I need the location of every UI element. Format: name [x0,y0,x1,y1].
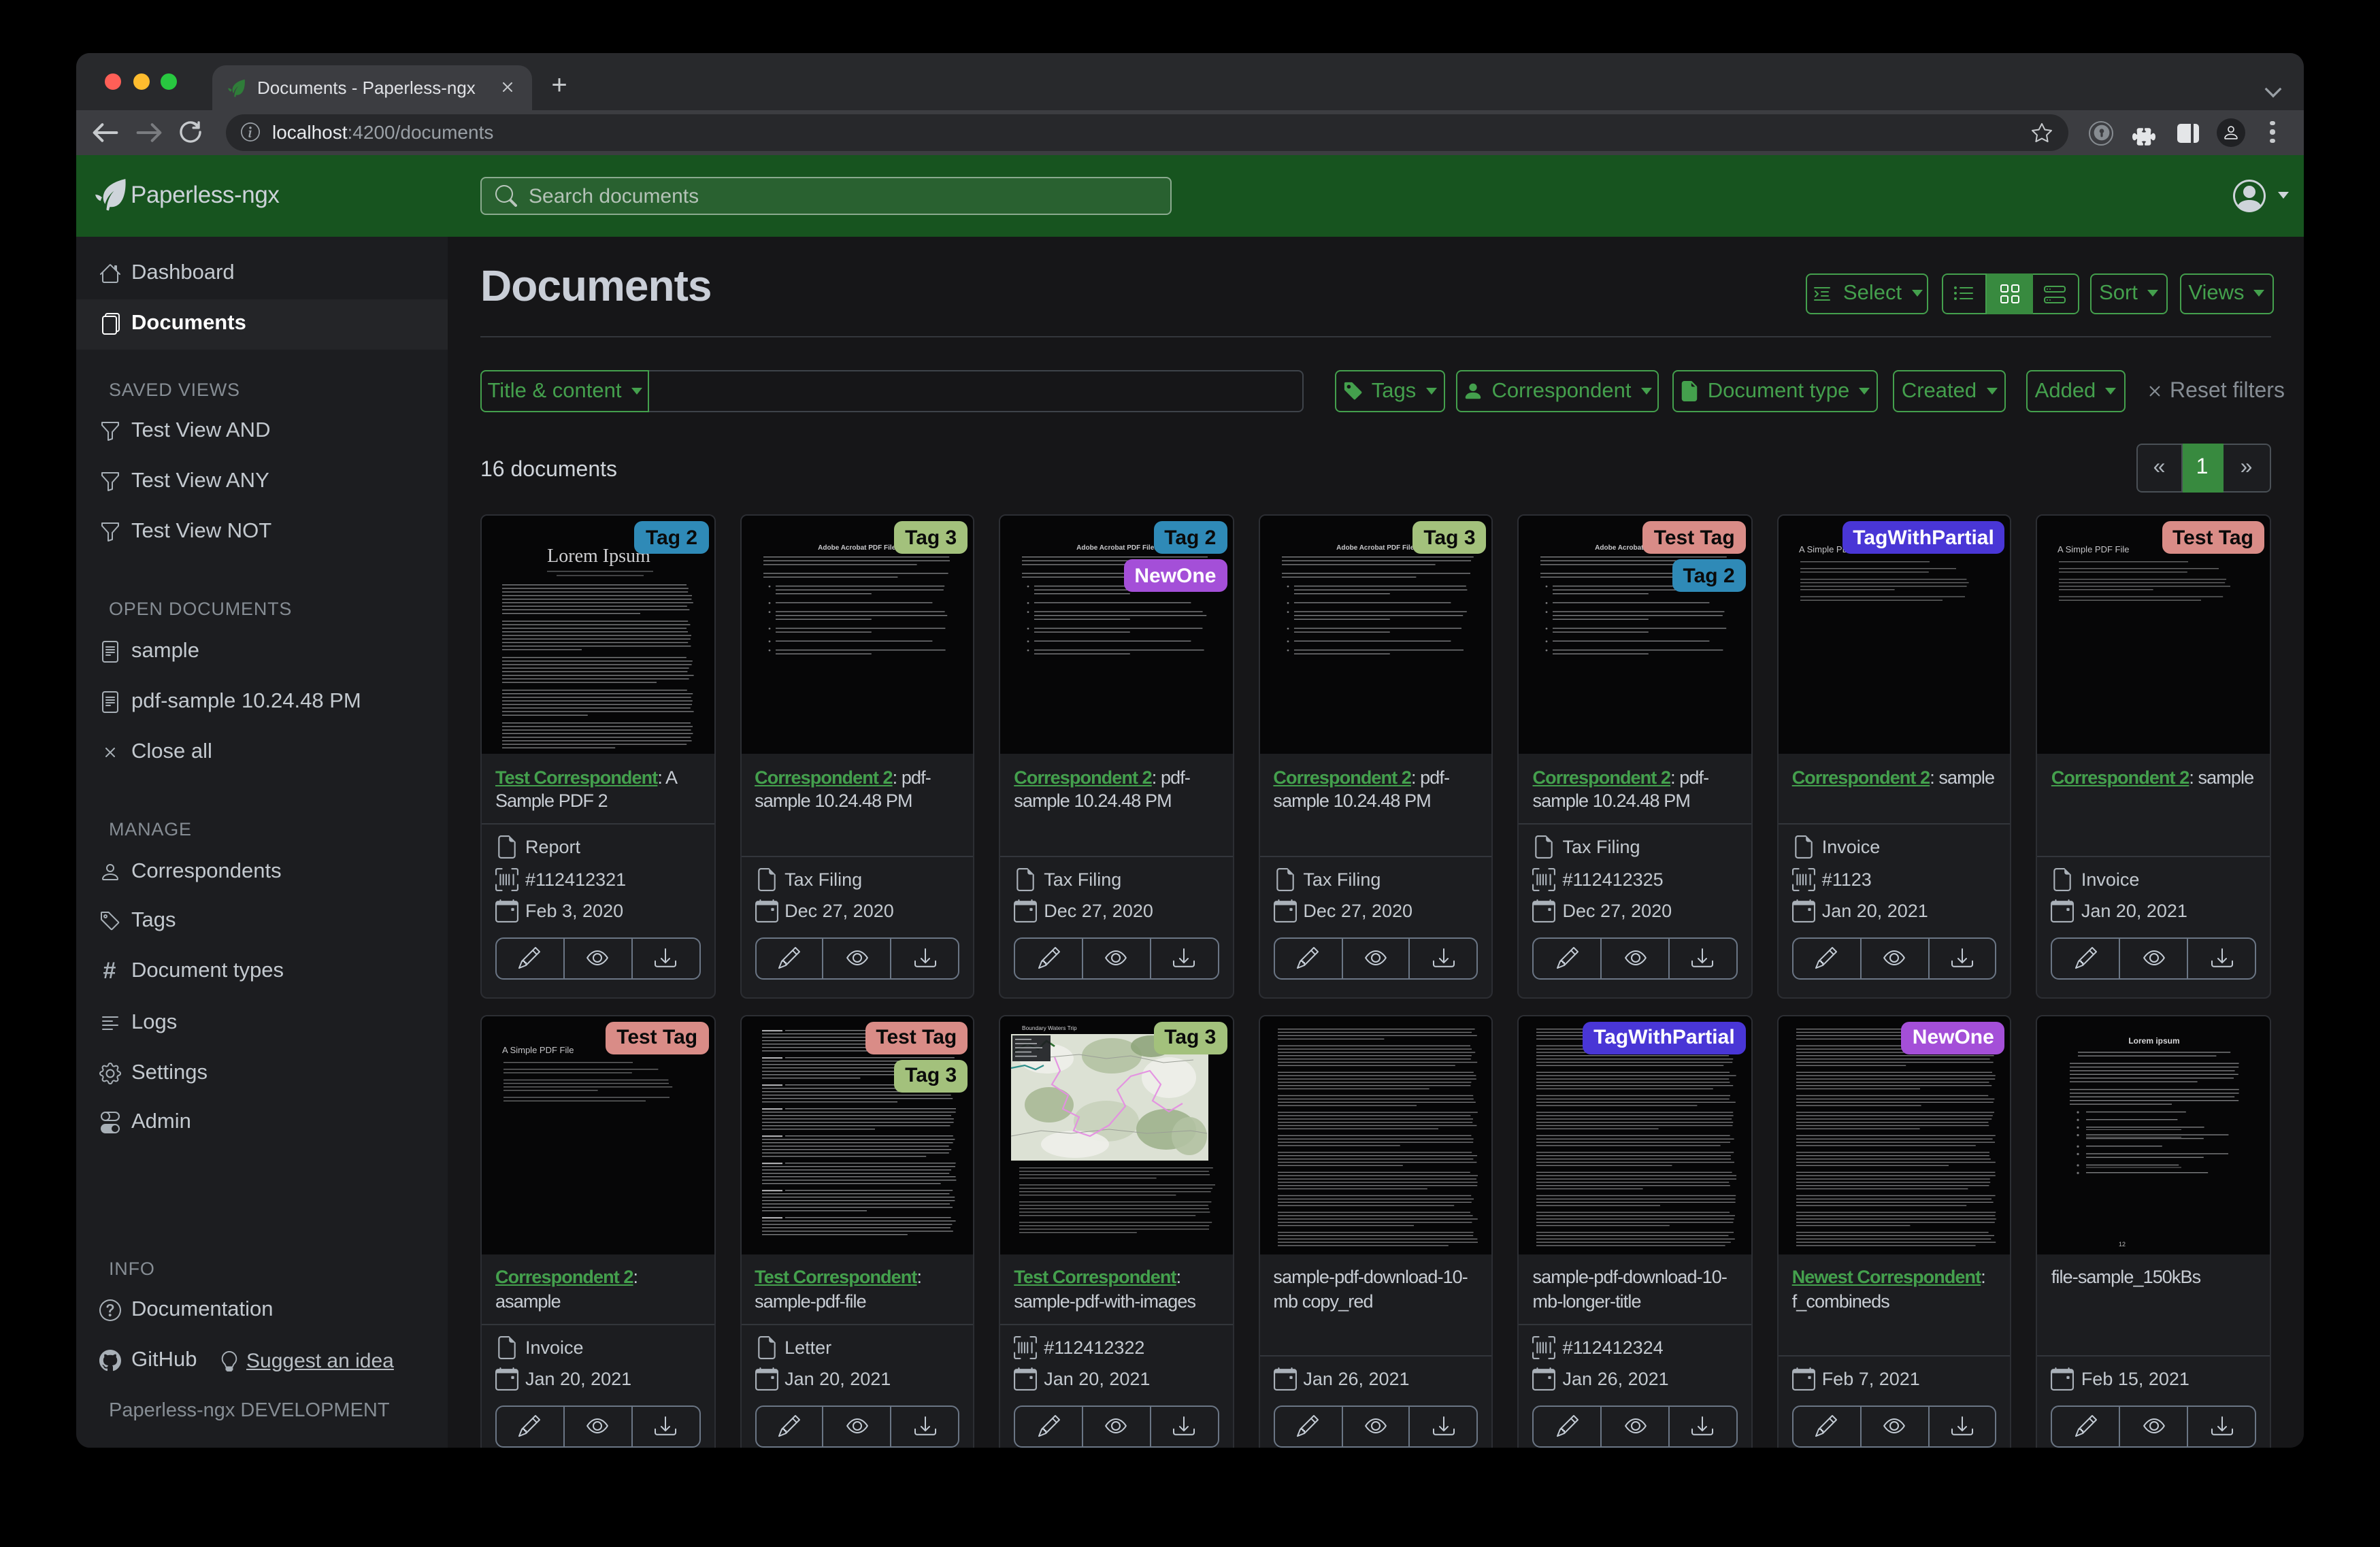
svg-text:Lorem ipsum: Lorem ipsum [2129,1035,2180,1045]
svg-text:A Simple PDF File: A Simple PDF File [502,1044,574,1054]
svg-text:Adobe Acrobat PDF Files: Adobe Acrobat PDF Files [817,544,899,552]
svg-text:Boundary Waters Trip: Boundary Waters Trip [1022,1024,1077,1031]
svg-text:Adobe Acrobat PDF Files: Adobe Acrobat PDF Files [1336,544,1418,552]
svg-text:12: 12 [2119,1240,2126,1247]
svg-text:A Simple PDF File: A Simple PDF File [2058,544,2130,554]
